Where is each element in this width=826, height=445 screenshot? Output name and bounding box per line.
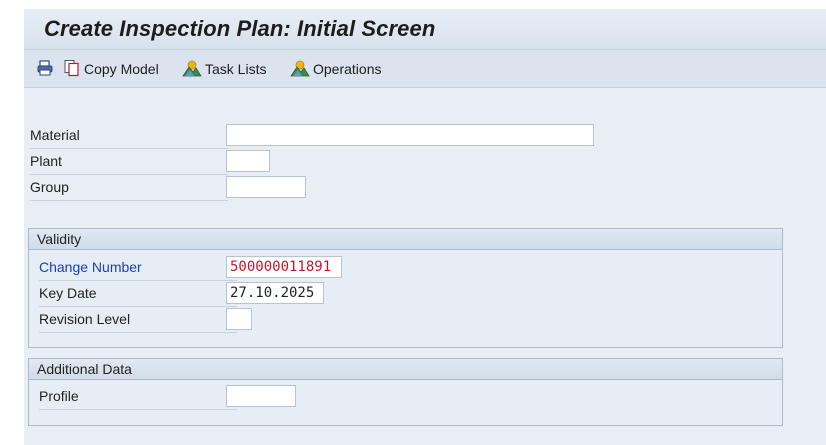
plant-row: Plant	[30, 150, 330, 175]
key-date-label: Key Date	[39, 285, 97, 301]
divider	[39, 409, 237, 410]
plant-label: Plant	[30, 153, 62, 169]
profile-row: Profile	[39, 385, 439, 410]
divider	[39, 332, 237, 333]
divider	[30, 148, 228, 149]
material-input[interactable]	[226, 124, 594, 146]
change-number-label[interactable]: Change Number	[39, 259, 142, 275]
additional-data-groupbox: Additional Data Profile	[28, 358, 783, 426]
task-lists-button[interactable]: Task Lists	[182, 59, 266, 79]
divider	[30, 174, 228, 175]
additional-data-title: Additional Data	[37, 361, 132, 377]
revision-level-row: Revision Level	[39, 308, 439, 333]
plant-input[interactable]	[226, 150, 270, 172]
copy-document-icon	[63, 59, 81, 80]
key-date-input[interactable]	[226, 282, 324, 304]
validity-header: Validity	[29, 229, 782, 250]
main-window: Create Inspection Plan: Initial Screen C…	[24, 9, 826, 445]
divider	[30, 200, 228, 201]
printer-icon	[36, 59, 54, 80]
divider	[39, 306, 237, 307]
copy-model-button[interactable]: Copy Model	[63, 59, 159, 79]
change-number-row: Change Number	[39, 256, 439, 281]
copy-model-label: Copy Model	[84, 61, 159, 77]
material-label: Material	[30, 127, 80, 143]
group-row: Group	[30, 176, 330, 201]
mountain-sun-icon	[182, 59, 202, 80]
revision-level-label: Revision Level	[39, 311, 131, 327]
print-button[interactable]	[36, 59, 54, 79]
group-label: Group	[30, 179, 69, 195]
task-lists-label: Task Lists	[205, 61, 267, 77]
revision-level-input[interactable]	[226, 308, 252, 330]
mountain-sun-icon	[290, 59, 310, 80]
operations-button[interactable]: Operations	[290, 59, 381, 79]
page-title: Create Inspection Plan: Initial Screen	[44, 16, 436, 41]
validity-title: Validity	[37, 231, 82, 247]
title-bar: Create Inspection Plan: Initial Screen	[24, 9, 826, 50]
application-toolbar: Copy Model Task Lists Operations	[24, 50, 826, 88]
change-number-input[interactable]	[226, 256, 342, 278]
profile-input[interactable]	[226, 385, 296, 407]
additional-data-header: Additional Data	[29, 359, 782, 380]
profile-label: Profile	[39, 388, 79, 404]
validity-groupbox: Validity Change Number Key Date Revision…	[28, 228, 783, 348]
divider	[39, 280, 237, 281]
material-row: Material	[30, 124, 600, 149]
operations-label: Operations	[313, 61, 382, 77]
key-date-row: Key Date	[39, 282, 439, 307]
group-input[interactable]	[226, 176, 306, 198]
